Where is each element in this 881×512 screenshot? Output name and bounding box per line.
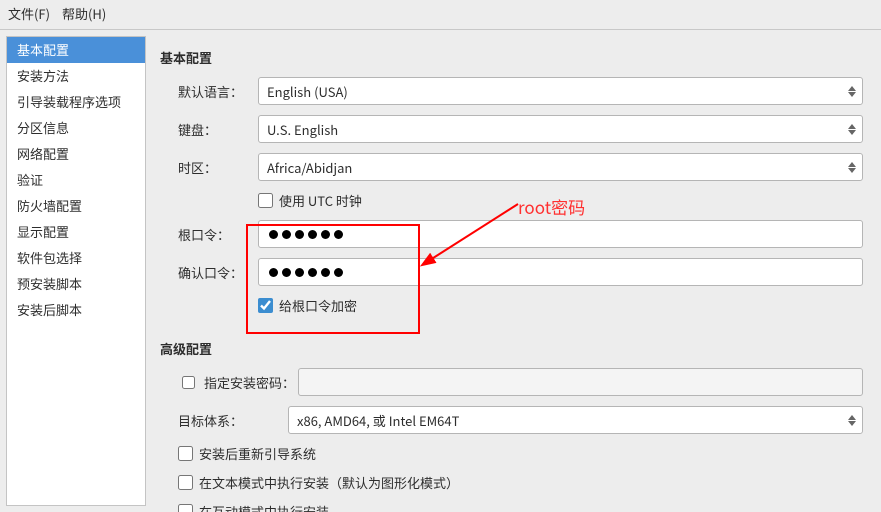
label-textmode: 在文本模式中执行安装（默认为图形化模式）: [199, 473, 459, 492]
label-root-password: 根口令：: [178, 225, 258, 244]
checkbox-install-password[interactable]: [182, 376, 195, 389]
basic-section-title: 基本配置: [160, 48, 863, 67]
label-language: 默认语言：: [178, 82, 258, 101]
label-utc: 使用 UTC 时钟: [279, 191, 362, 210]
label-install-password: 指定安装密码：: [204, 373, 295, 392]
select-target-arch-value: x86, AMD64, 或 Intel EM64T: [297, 411, 844, 430]
checkbox-encrypt-root[interactable]: [258, 298, 273, 313]
label-confirm-password: 确认口令：: [178, 263, 258, 282]
select-timezone-value: Africa/Abidjan: [267, 158, 844, 177]
sidebar: 基本配置 安装方法 引导装载程序选项 分区信息 网络配置 验证 防火墙配置 显示…: [6, 36, 146, 506]
spin-icon: [844, 86, 860, 97]
sidebar-item-auth[interactable]: 验证: [7, 167, 145, 193]
sidebar-item-packages[interactable]: 软件包选择: [7, 245, 145, 271]
checkbox-utc[interactable]: [258, 193, 273, 208]
select-language[interactable]: English (USA): [258, 77, 863, 105]
checkbox-reboot[interactable]: [178, 446, 193, 461]
sidebar-item-preinstall[interactable]: 预安装脚本: [7, 271, 145, 297]
label-interactive: 在互动模式中执行安装: [199, 502, 329, 512]
label-keyboard: 键盘：: [178, 120, 258, 139]
sidebar-item-install-method[interactable]: 安装方法: [7, 63, 145, 89]
spin-icon: [844, 162, 860, 173]
input-confirm-password[interactable]: [258, 258, 863, 286]
spin-icon: [844, 124, 860, 135]
content-area: 基本配置 默认语言： English (USA) 键盘： U.S. Englis…: [150, 30, 881, 512]
menu-bar: 文件(F) 帮助(H): [0, 0, 881, 30]
select-language-value: English (USA): [267, 82, 844, 101]
select-keyboard[interactable]: U.S. English: [258, 115, 863, 143]
sidebar-item-postinstall[interactable]: 安装后脚本: [7, 297, 145, 323]
advanced-section-title: 高级配置: [160, 339, 863, 358]
sidebar-item-bootloader[interactable]: 引导装载程序选项: [7, 89, 145, 115]
select-timezone[interactable]: Africa/Abidjan: [258, 153, 863, 181]
label-target-arch: 目标体系：: [178, 411, 288, 430]
label-timezone: 时区：: [178, 158, 258, 177]
checkbox-textmode[interactable]: [178, 475, 193, 490]
label-encrypt-root: 给根口令加密: [279, 296, 357, 315]
spin-icon: [844, 415, 860, 426]
menu-help[interactable]: 帮助(H): [62, 4, 106, 23]
label-reboot: 安装后重新引导系统: [199, 444, 316, 463]
sidebar-item-basic-config[interactable]: 基本配置: [7, 37, 145, 63]
sidebar-item-firewall[interactable]: 防火墙配置: [7, 193, 145, 219]
select-keyboard-value: U.S. English: [267, 120, 844, 139]
input-root-password[interactable]: [258, 220, 863, 248]
sidebar-item-network[interactable]: 网络配置: [7, 141, 145, 167]
select-target-arch[interactable]: x86, AMD64, 或 Intel EM64T: [288, 406, 863, 434]
checkbox-interactive[interactable]: [178, 504, 193, 512]
sidebar-item-partition[interactable]: 分区信息: [7, 115, 145, 141]
menu-file[interactable]: 文件(F): [8, 4, 50, 23]
sidebar-item-display[interactable]: 显示配置: [7, 219, 145, 245]
input-install-password[interactable]: [298, 368, 863, 396]
